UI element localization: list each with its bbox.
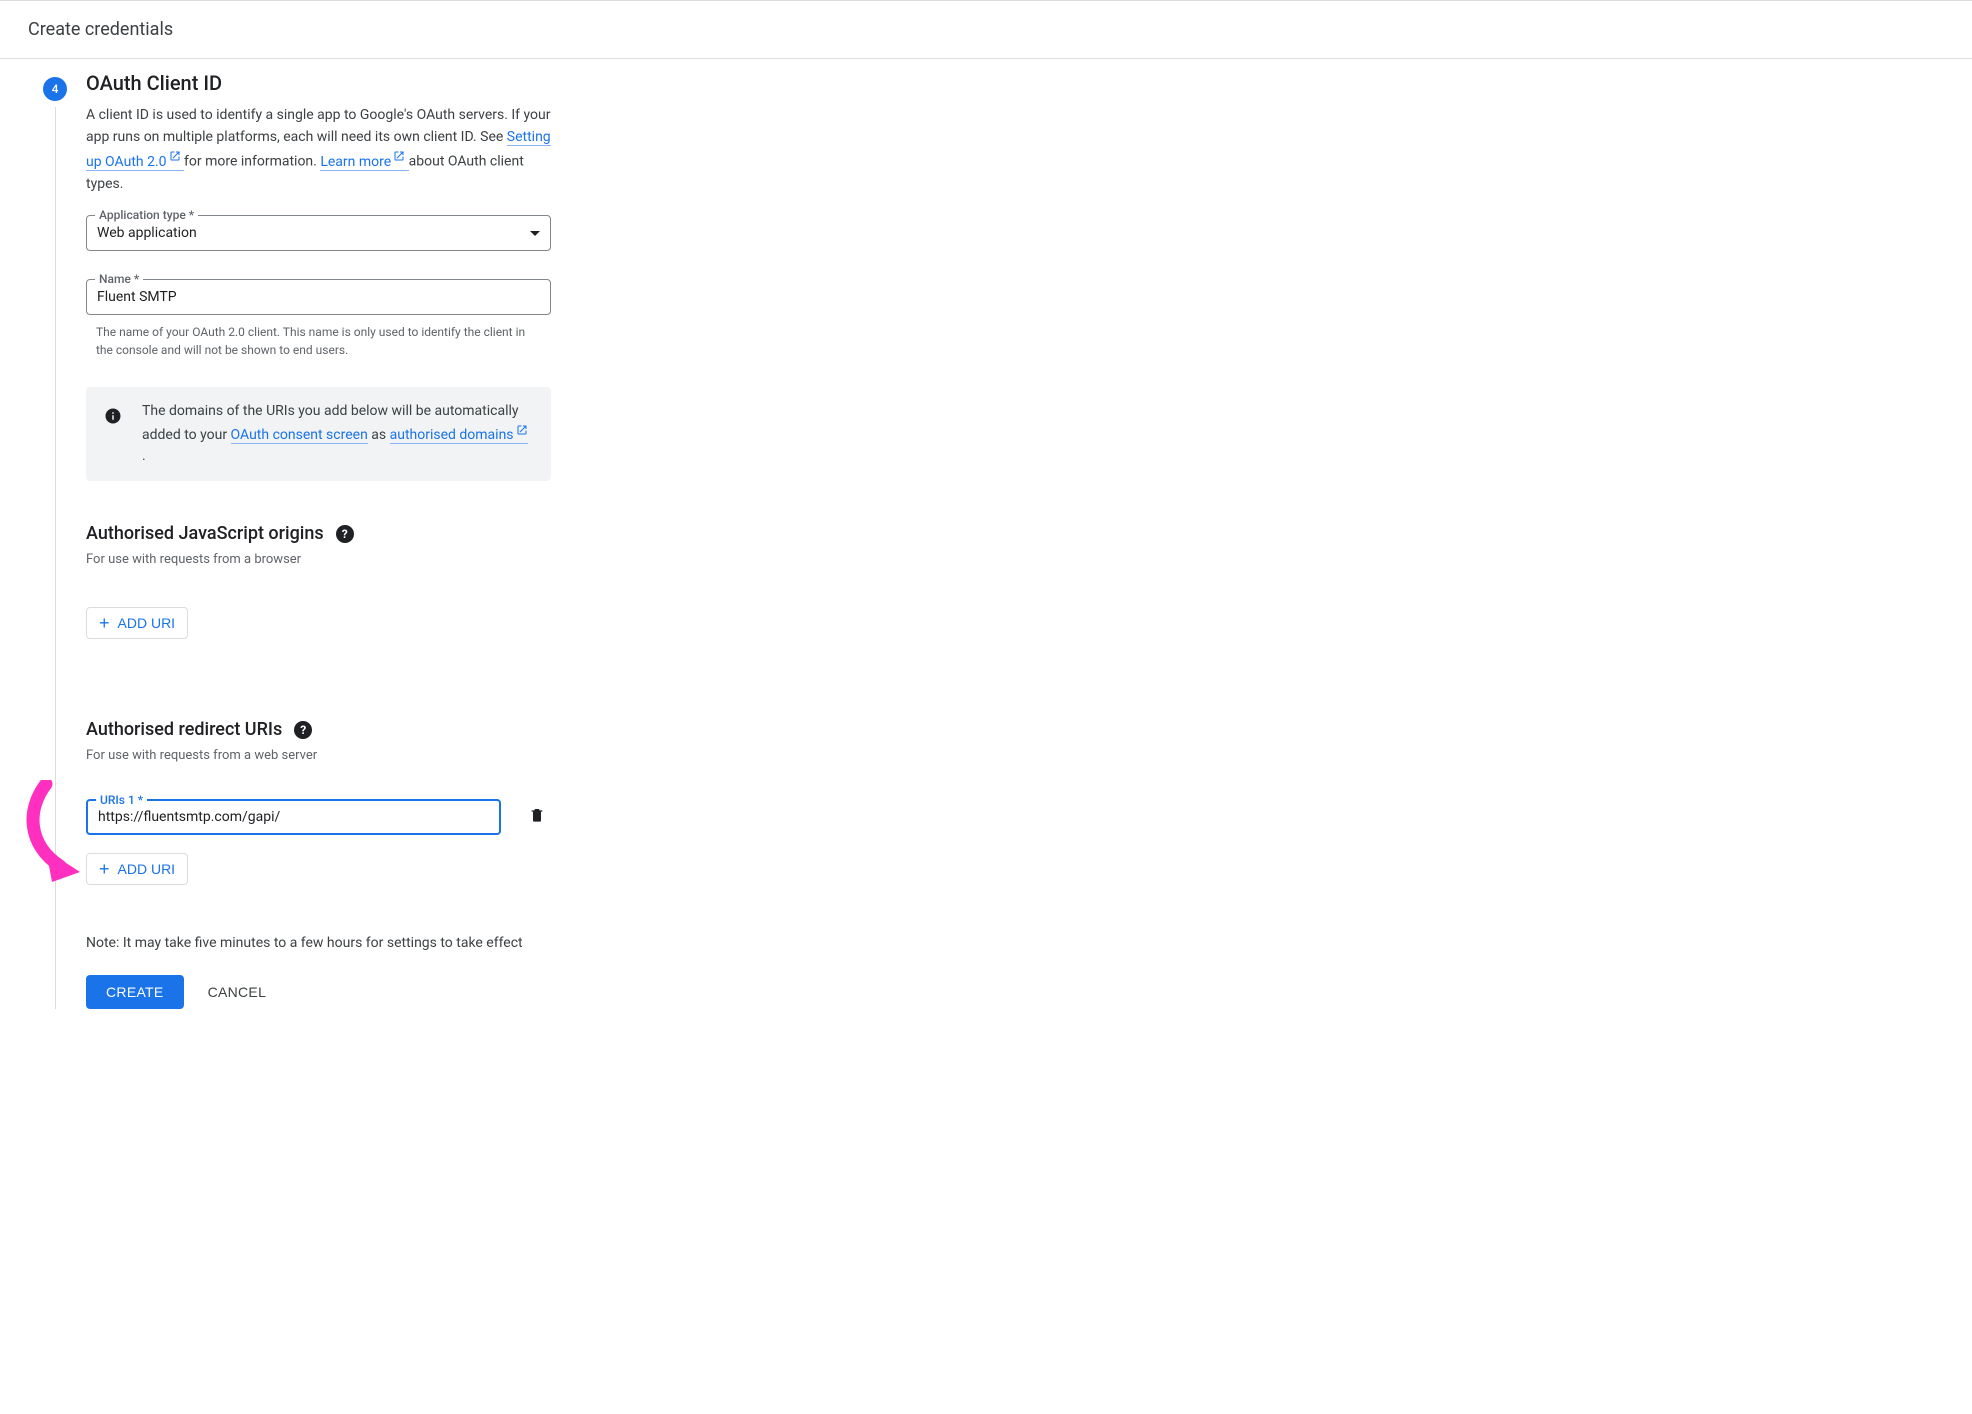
redirect-uris-desc: For use with requests from a web server bbox=[86, 748, 561, 763]
info-text: . bbox=[142, 448, 146, 464]
settings-note: Note: It may take five minutes to a few … bbox=[86, 935, 561, 951]
application-type-select[interactable]: Application type * Web application bbox=[86, 215, 551, 251]
authorised-domains-link[interactable]: authorised domains bbox=[390, 427, 528, 444]
js-origins-desc: For use with requests from a browser bbox=[86, 552, 561, 567]
delete-icon[interactable] bbox=[529, 806, 545, 828]
help-icon[interactable]: ? bbox=[336, 525, 354, 543]
info-banner: The domains of the URIs you add below wi… bbox=[86, 387, 551, 481]
add-uri-label: ADD URI bbox=[118, 861, 176, 877]
section-description: A client ID is used to identify a single… bbox=[86, 105, 561, 195]
add-js-origin-button[interactable]: + ADD URI bbox=[86, 607, 188, 639]
js-origins-heading: Authorised JavaScript origins bbox=[86, 523, 324, 544]
section-heading: OAuth Client ID bbox=[86, 71, 561, 95]
name-field[interactable]: Name * bbox=[86, 279, 551, 315]
application-type-value: Web application bbox=[97, 225, 530, 241]
redirect-uri-input[interactable] bbox=[98, 809, 489, 825]
step-connector-line bbox=[55, 107, 56, 1009]
external-link-icon bbox=[169, 148, 181, 170]
create-button[interactable]: CREATE bbox=[86, 975, 184, 1009]
desc-text: A client ID is used to identify a single… bbox=[86, 107, 551, 145]
name-input[interactable] bbox=[97, 289, 540, 305]
step-number-badge: 4 bbox=[43, 77, 67, 101]
redirect-uris-heading: Authorised redirect URIs bbox=[86, 719, 282, 740]
redirect-uri-field[interactable]: URIs 1 * bbox=[86, 799, 501, 835]
redirect-uri-row: URIs 1 * bbox=[86, 799, 561, 835]
chevron-down-icon bbox=[530, 231, 540, 236]
page-title: Create credentials bbox=[0, 0, 1972, 59]
plus-icon: + bbox=[99, 614, 110, 632]
field-label: Name * bbox=[95, 272, 143, 286]
add-uri-label: ADD URI bbox=[118, 615, 176, 631]
consent-screen-link[interactable]: OAuth consent screen bbox=[231, 427, 368, 444]
name-helper-text: The name of your OAuth 2.0 client. This … bbox=[96, 323, 541, 359]
external-link-icon bbox=[393, 148, 405, 170]
external-link-icon bbox=[516, 422, 528, 443]
cancel-button[interactable]: CANCEL bbox=[208, 984, 267, 1000]
learn-more-link[interactable]: Learn more bbox=[320, 154, 408, 171]
field-label: Application type * bbox=[95, 208, 198, 222]
help-icon[interactable]: ? bbox=[294, 721, 312, 739]
info-icon bbox=[104, 407, 122, 425]
desc-text: for more information. bbox=[184, 154, 320, 170]
plus-icon: + bbox=[99, 860, 110, 878]
field-label: URIs 1 * bbox=[96, 793, 147, 807]
info-text: as bbox=[371, 427, 389, 443]
add-redirect-uri-button[interactable]: + ADD URI bbox=[86, 853, 188, 885]
